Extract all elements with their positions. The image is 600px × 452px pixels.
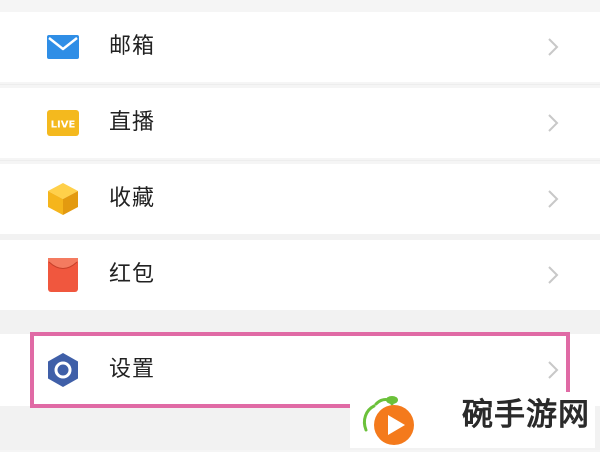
- chevron-right-icon: [546, 188, 560, 210]
- menu-item-label: 邮箱: [109, 34, 156, 59]
- menu-item-red-envelope[interactable]: 红包: [0, 240, 600, 310]
- live-icon: LIVE: [45, 105, 81, 141]
- mail-icon: [45, 29, 81, 65]
- chevron-right-icon: [546, 359, 560, 381]
- favorites-cube-icon: [45, 181, 81, 217]
- menu-item-label: 直播: [109, 110, 156, 135]
- menu-item-live[interactable]: LIVE 直播: [0, 88, 600, 158]
- watermark: 碗手游网: [350, 392, 595, 448]
- play-button-logo: [352, 394, 426, 448]
- menu-item-label: 设置: [109, 357, 156, 382]
- chevron-right-icon: [546, 112, 560, 134]
- chevron-right-icon: [546, 36, 560, 58]
- watermark-text: 碗手游网: [462, 397, 590, 433]
- divider: [0, 84, 600, 85]
- menu-item-mail[interactable]: 邮箱: [0, 12, 600, 82]
- menu-item-label: 红包: [109, 262, 156, 287]
- section-gap: [0, 310, 600, 334]
- divider: [0, 160, 600, 161]
- chevron-right-icon: [546, 264, 560, 286]
- svg-text:LIVE: LIVE: [51, 120, 76, 131]
- red-envelope-icon: [45, 257, 81, 293]
- menu-list: 邮箱 LIVE 直播 收藏 红包 设置: [0, 0, 600, 450]
- settings-hexagon-icon: [45, 352, 81, 388]
- menu-item-favorites[interactable]: 收藏: [0, 164, 600, 234]
- menu-item-label: 收藏: [109, 186, 156, 211]
